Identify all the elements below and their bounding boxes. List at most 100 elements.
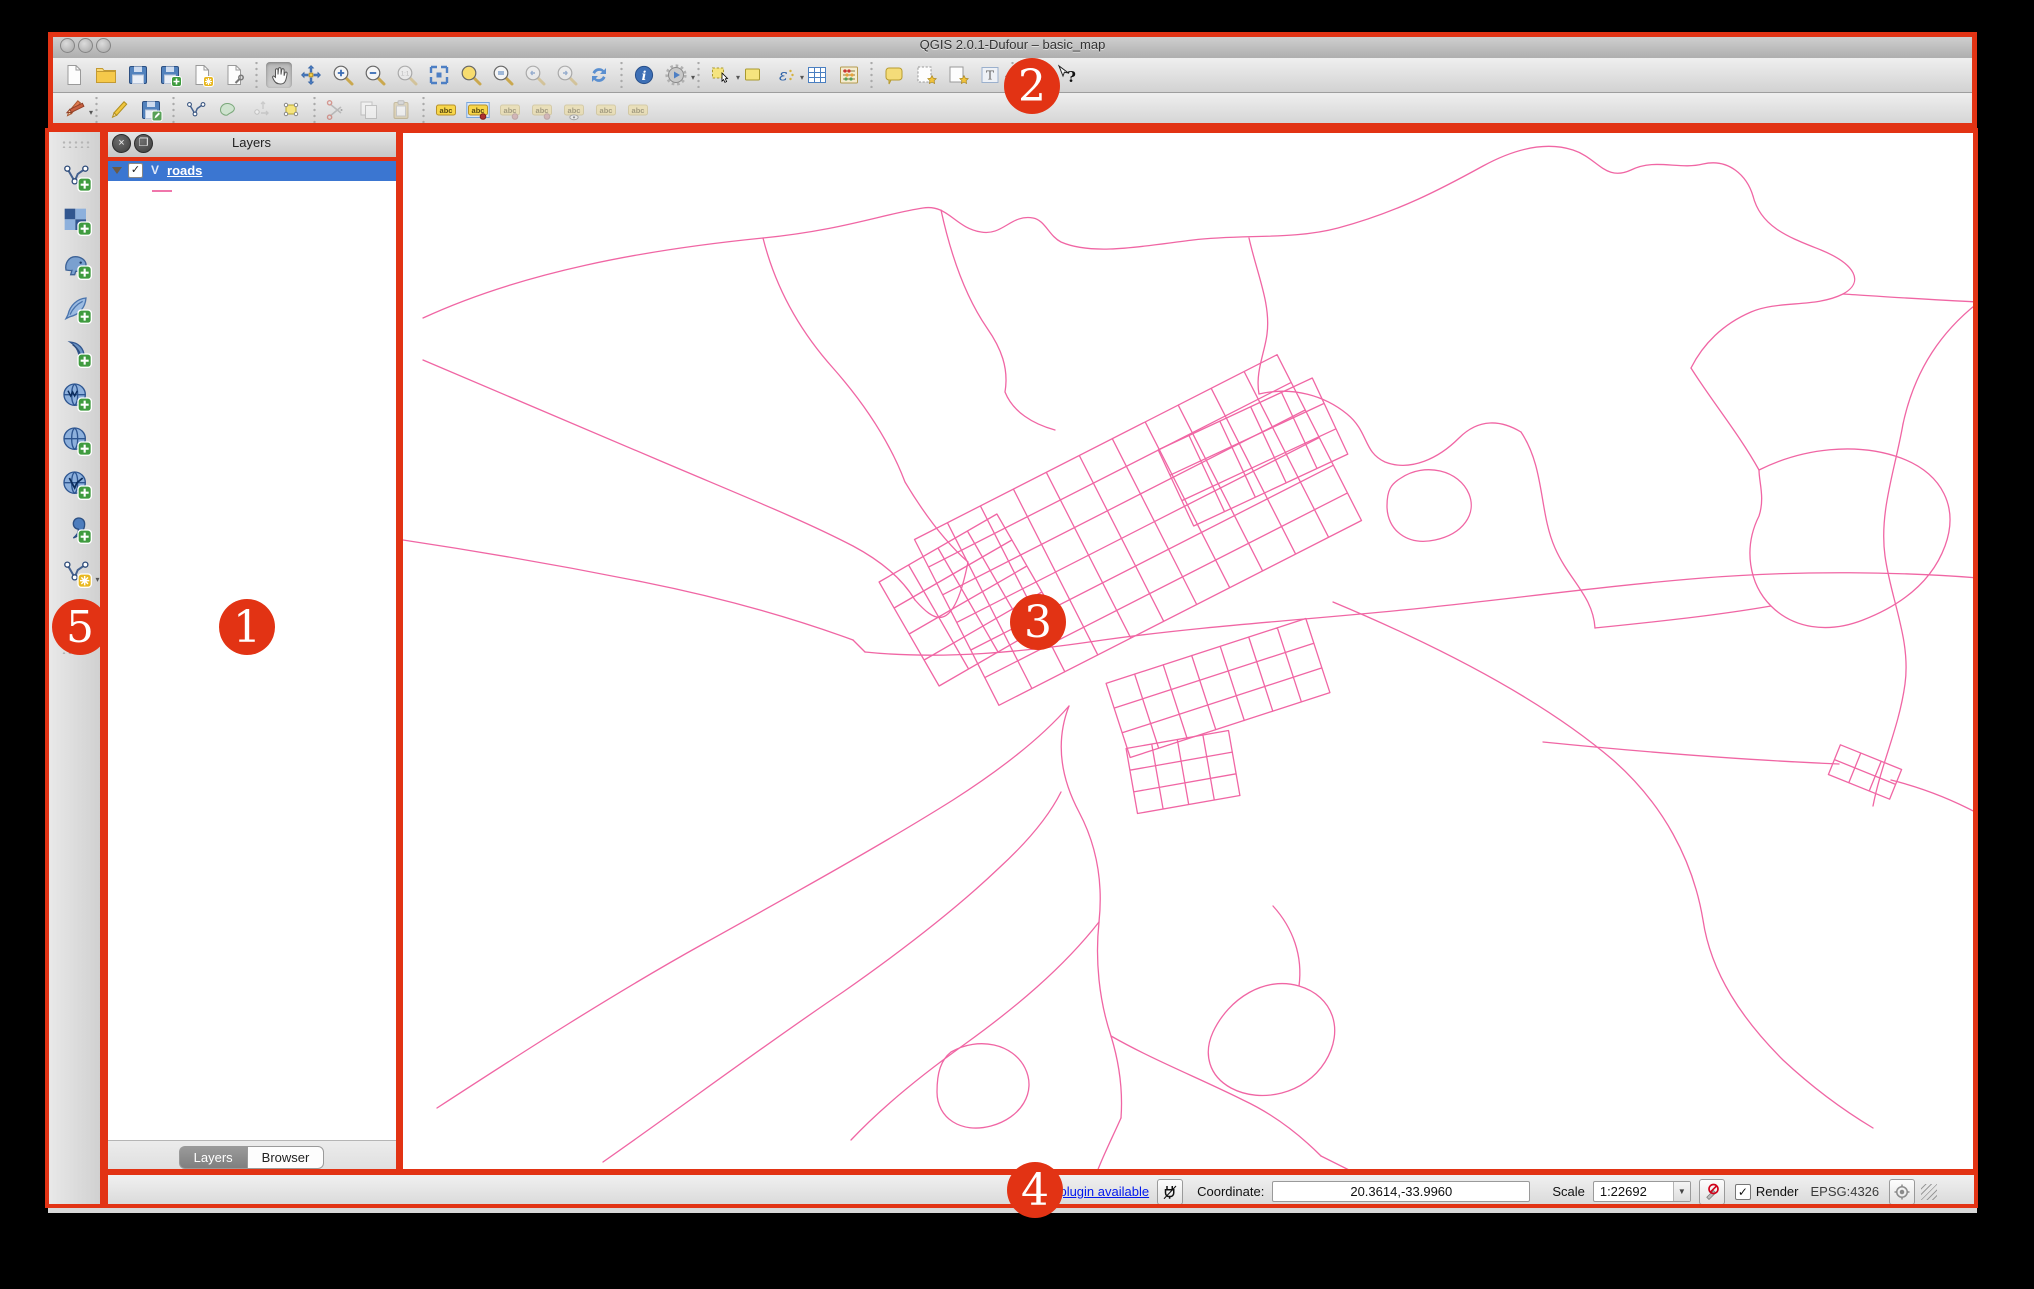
toolbar-button-zoom-next[interactable] (554, 62, 580, 88)
toolbar-button-label-change[interactable]: abc (625, 97, 651, 123)
addoracle-icon (72, 517, 92, 544)
toolbar-button-open-attribute-table[interactable] (804, 62, 830, 88)
sidebar-button-add-mssql-layer[interactable] (58, 334, 94, 370)
layers-panel-header[interactable]: × ❐ Layers (104, 128, 399, 159)
toolbar-button-whats-this[interactable]: ? (1054, 62, 1080, 88)
toolbar-button-composer-manager[interactable] (221, 62, 247, 88)
sidebar-button-add-wfs-layer[interactable] (58, 466, 94, 502)
new-plugin-link[interactable]: new plugin available (1032, 1184, 1149, 1199)
toolbar-button-zoom-full[interactable] (426, 62, 452, 88)
layer-row-roads[interactable]: ✓ V roads (104, 159, 399, 181)
tab-layers[interactable]: Layers (178, 1145, 247, 1169)
road-line (1842, 293, 1977, 425)
toolbar-button-add-feature-line[interactable] (183, 97, 209, 123)
toolbar-grip-handle[interactable] (60, 140, 91, 148)
toolbar-button-show-bookmarks[interactable] (945, 62, 971, 88)
toolbar-button-label-highlight-pinned[interactable]: abc (529, 97, 555, 123)
toolbar-button-zoom-out[interactable] (362, 62, 388, 88)
toolbar-button-text-annotation[interactable]: T ▾ (977, 62, 1009, 88)
toolbar-button-map-tips[interactable] (881, 62, 907, 88)
scale-dropdown-icon[interactable]: ▼ (1672, 1182, 1690, 1201)
window-resize-grip[interactable] (1921, 1183, 1938, 1200)
refresh-icon (592, 68, 606, 82)
toolbar-button-pan-to-selection[interactable] (298, 62, 324, 88)
toolbar-button-move-feature[interactable] (247, 97, 273, 123)
sidebar-button-new-shapefile-layer[interactable]: ▾ (58, 554, 100, 590)
toolbar-button-deselect-features[interactable] (740, 62, 766, 88)
toolbar-grip-handle[interactable] (60, 646, 91, 654)
scale-combo[interactable]: 1:22692 ▼ (1592, 1181, 1691, 1202)
toolbar-button-node-tool[interactable] (279, 97, 305, 123)
toolbar-button-new-project[interactable] (61, 62, 87, 88)
toolbar-button-zoom-to-selection[interactable] (458, 62, 484, 88)
main-toolbar-row-2: ▾ abc abc abc abc abc abc abc (48, 93, 1977, 128)
layer-expand-icon[interactable] (112, 166, 122, 174)
magminus-icon (365, 65, 386, 86)
sidebar-button-add-spatialite-layer[interactable] (58, 290, 94, 326)
toolbar-button-pan-map[interactable] (266, 62, 292, 88)
toolbar-button-field-calculator[interactable] (836, 62, 862, 88)
toolbar-button-run-feature-action[interactable]: ▾ (663, 62, 695, 88)
sidebar-button-add-wms-layer[interactable] (58, 378, 94, 414)
sidebar-button-add-raster-layer[interactable] (58, 202, 94, 238)
dropdown-arrow-icon[interactable]: ▾ (1005, 73, 1009, 82)
toolbar-button-identify-features[interactable]: i (631, 62, 657, 88)
toolbar-button-label-move[interactable]: abc (593, 97, 619, 123)
toolbar-button-labeling[interactable]: abc (433, 97, 459, 123)
toolbar-button-save-project[interactable] (125, 62, 151, 88)
toolbar-button-toggle-editing[interactable] (106, 97, 132, 123)
toolbar-button-help-contents[interactable]: ? (1022, 62, 1048, 88)
toolbar-button-open-project[interactable] (93, 62, 119, 88)
window-title: QGIS 2.0.1-Dufour – basic_map (919, 37, 1106, 52)
toolbar-button-new-composer[interactable] (189, 62, 215, 88)
toolbar-button-save-layer-edits[interactable] (138, 97, 164, 123)
scissors-icon (326, 100, 343, 121)
sidebar-button-remove-layer[interactable] (58, 598, 94, 634)
toolbar-button-paste-features[interactable] (388, 97, 414, 123)
toolbar-button-new-bookmark[interactable] (913, 62, 939, 88)
toolbar-button-select-features[interactable]: ▾ (708, 62, 740, 88)
toolbar-button-current-edits[interactable]: ▾ (61, 97, 93, 123)
dropdown-arrow-icon[interactable]: ▾ (95, 575, 99, 584)
road-line (852, 639, 866, 653)
sidebar-button-add-wcs-layer[interactable] (58, 422, 94, 458)
toolbar-button-zoom-last[interactable] (522, 62, 548, 88)
layer-visibility-checkbox[interactable]: ✓ (128, 162, 143, 178)
toolbar-button-add-feature-polygon[interactable] (215, 97, 241, 123)
coordinate-input[interactable]: 20.3614,-33.9960 (1272, 1181, 1531, 1202)
toolbar-button-zoom-to-layer[interactable] (490, 62, 516, 88)
toolbar-button-zoom-actual-size[interactable]: 1:1 (394, 62, 420, 88)
magsel-icon (461, 65, 482, 86)
render-checkbox[interactable]: ✓ (1734, 1183, 1751, 1200)
toolbar-button-measure[interactable]: ε ▾ (772, 62, 804, 88)
help-icon: ? (1026, 66, 1044, 84)
dropdown-arrow-icon[interactable]: ▾ (89, 108, 93, 117)
addwcs-icon (62, 427, 92, 456)
toolbar-button-refresh-map[interactable] (586, 62, 612, 88)
toolbar-button-label-pin[interactable]: abc (497, 97, 523, 123)
road-line (1542, 741, 1977, 814)
toolbar-button-zoom-in[interactable] (330, 62, 356, 88)
floppy-edit-icon (142, 101, 163, 122)
layer-name[interactable]: roads (167, 163, 202, 178)
toolbar-button-label-show-hide[interactable]: abc (561, 97, 587, 123)
title-bar[interactable]: QGIS 2.0.1-Dufour – basic_map (48, 32, 1977, 59)
tab-browser[interactable]: Browser (246, 1145, 325, 1169)
stop-render-icon[interactable] (1698, 1178, 1725, 1205)
info-icon: i (634, 65, 654, 85)
toolbar-button-copy-features[interactable] (356, 97, 382, 123)
dropdown-arrow-icon[interactable]: ▾ (691, 73, 695, 82)
sidebar-button-add-vector-layer[interactable] (58, 158, 94, 194)
toolbar-button-save-project-as[interactable] (157, 62, 183, 88)
toolbar-button-label-pin-selected[interactable]: abc (465, 97, 491, 123)
sidebar-button-add-oracle-layer[interactable] (58, 510, 94, 546)
map-canvas[interactable] (401, 128, 1977, 1173)
sidebar-button-add-postgis-layer[interactable] (58, 246, 94, 282)
crs-status-icon[interactable] (1889, 1178, 1916, 1205)
roads-map (402, 145, 1977, 1173)
toolbar-separator (93, 97, 100, 123)
textT-icon: T (981, 67, 999, 83)
plugin-icon[interactable] (1157, 1178, 1184, 1205)
toolbar-button-cut-features[interactable] (324, 97, 350, 123)
nodetool-icon (283, 102, 299, 117)
